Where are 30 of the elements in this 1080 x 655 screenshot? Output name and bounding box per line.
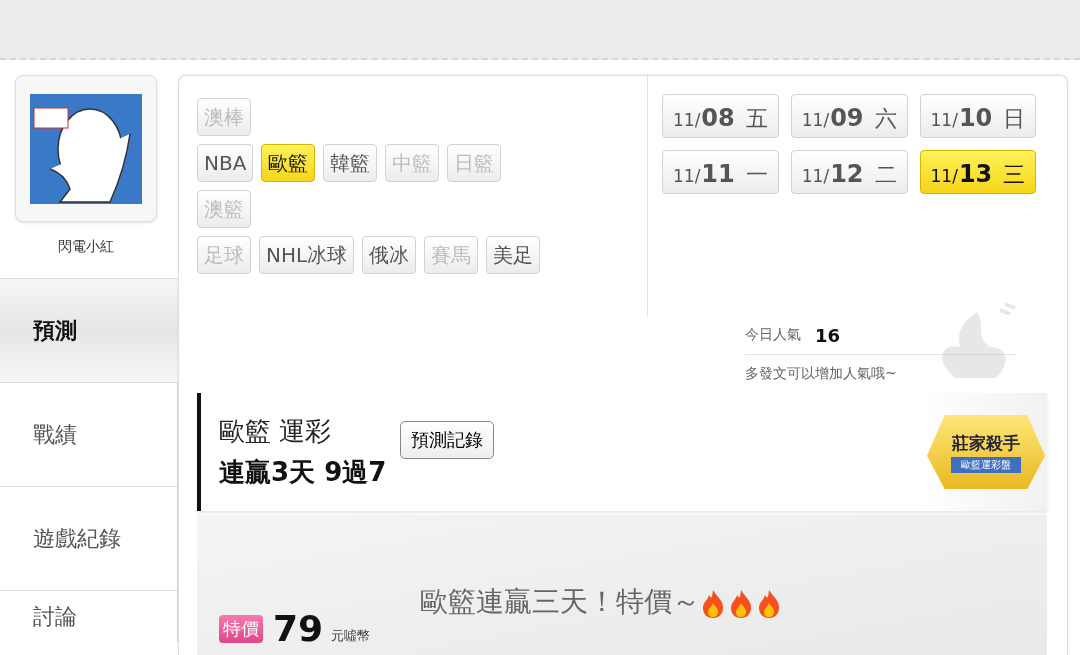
sport-filter-button[interactable]: 美足 [486, 236, 541, 274]
popularity-count: 16 [815, 324, 841, 346]
price: 79 [273, 608, 324, 649]
date-button[interactable]: 11/08 五 [662, 94, 779, 138]
nav-tab[interactable]: 討論 [0, 590, 178, 642]
nav-tab[interactable]: 遊戲紀錄 [0, 486, 178, 590]
nav-tab[interactable]: 戰績 [0, 382, 178, 486]
prediction-record-button[interactable]: 預測記錄 [400, 421, 495, 459]
date-button[interactable]: 11/12 二 [790, 150, 908, 194]
badge-title: 莊家殺手 [952, 431, 1020, 455]
sport-filter-button[interactable]: NHL冰球 [259, 236, 355, 274]
user-name: 閃電小紅 [57, 238, 115, 256]
badge-subtitle: 歐籃運彩盤 [951, 456, 1021, 473]
date-button[interactable]: 11/09 六 [790, 94, 908, 138]
date-button[interactable]: 11/10 日 [919, 94, 1037, 138]
win-record: 連贏3天 9過7 [219, 456, 387, 489]
date-button[interactable]: 11/13 三 [919, 150, 1037, 194]
sport-filter-button[interactable]: 韓籃 [323, 144, 378, 182]
popularity-label: 今日人氣 [745, 326, 801, 344]
nav-tab[interactable]: 預測 [0, 278, 178, 382]
sport-filter-button[interactable]: NBA [197, 144, 254, 182]
date-button[interactable]: 11/11 一 [662, 150, 779, 194]
sport-filter-button[interactable]: 歐籃 [261, 144, 316, 182]
price-unit: 元噓幣 [331, 627, 371, 645]
avatar-card[interactable] [15, 75, 157, 222]
sport-filter-button[interactable]: 俄冰 [362, 236, 417, 274]
promo-headline: 歐籃連贏三天！特價～ [420, 584, 701, 620]
prediction-title: 歐籃 運彩 [219, 415, 333, 448]
popularity-hint: 多發文可以增加人氣哦~ [745, 364, 898, 383]
sale-tag: 特價 [219, 615, 263, 643]
